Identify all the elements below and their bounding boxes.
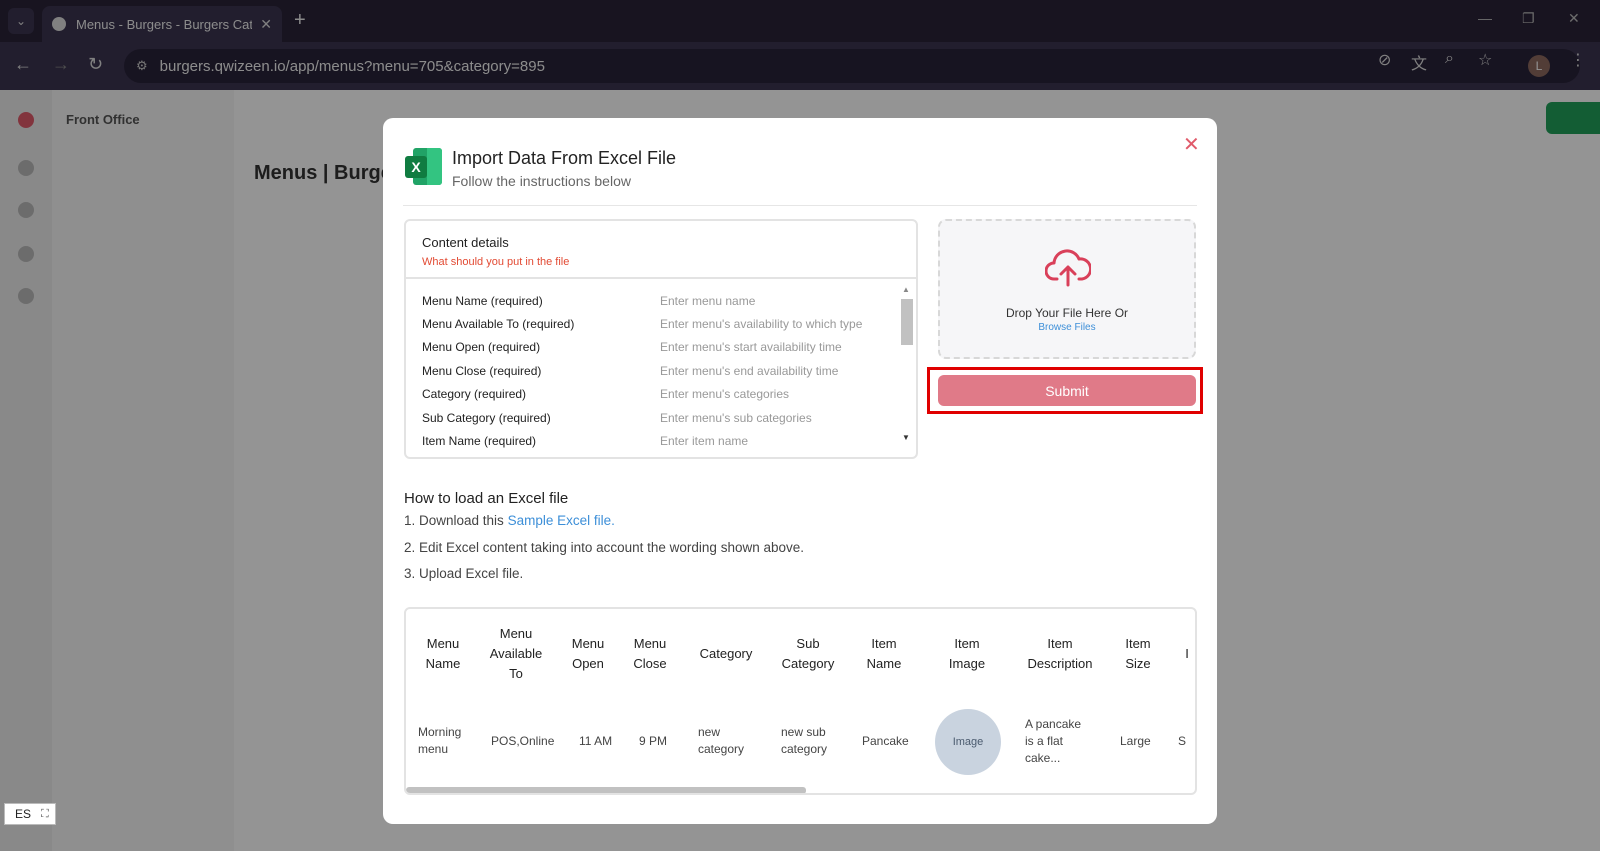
content-details-title: Content details [422, 235, 509, 250]
howto-step: 2. Edit Excel content taking into accoun… [404, 539, 804, 555]
list-item: Sub Category (required) Enter menu's sub … [422, 410, 812, 425]
browse-files-link[interactable]: Browse Files [940, 322, 1194, 333]
table-cell: S [1178, 733, 1187, 748]
drop-text: Drop Your File Here Or [1005, 306, 1129, 320]
content-details-subtitle: What should you put in the file [422, 256, 570, 268]
table-cell: new sub category [781, 725, 828, 756]
divider [403, 205, 1197, 206]
list-item: Category (required) Enter menu's categori… [422, 387, 790, 402]
column-header: Item Description [1027, 636, 1093, 671]
column-header: Item Size [1125, 636, 1151, 671]
content-details-panel: Content details What should you put in t… [404, 219, 918, 459]
close-icon[interactable]: ✕ [1183, 132, 1200, 157]
vertical-scrollbar[interactable]: ▲ ▼ [900, 285, 914, 449]
expand-icon[interactable]: ⛶ [41, 808, 49, 821]
table-cell: new category [698, 725, 745, 756]
column-header: Sub Category [781, 636, 835, 671]
scrollbar-thumb[interactable] [901, 299, 913, 345]
content-details-list: Menu Name (required) Enter menu name Menu… [422, 289, 892, 453]
modal-subtitle: Follow the instructions below [452, 173, 631, 189]
file-dropzone[interactable]: Drop Your File Here Or Browse Files [938, 219, 1196, 359]
sample-excel-link[interactable]: Sample Excel file. [508, 513, 615, 528]
column-header: Menu Name [425, 636, 461, 671]
scroll-down-icon[interactable]: ▼ [902, 433, 910, 442]
sample-preview-table: Menu Name Menu Available To Menu Open Me… [404, 607, 1197, 795]
import-excel-modal: X Import Data From Excel File Follow the… [383, 118, 1217, 824]
column-header: I [1185, 646, 1189, 661]
language-indicator[interactable]: ES ⛶ [4, 803, 56, 825]
howto-section: How to load an Excel file 1. Download th… [404, 490, 1204, 593]
list-item: Menu Available To (required) Enter menu's… [422, 317, 863, 332]
table-cell: Pancake [862, 733, 909, 748]
howto-step: 3. Upload Excel file. [404, 566, 524, 581]
excel-icon: X [405, 148, 442, 185]
scroll-up-icon[interactable]: ▲ [902, 285, 910, 294]
cloud-upload-icon [1045, 249, 1091, 287]
column-header: Category [699, 646, 753, 661]
list-item: Menu Open (required) Enter menu's start a… [422, 340, 842, 355]
column-header: Item Image [948, 636, 986, 671]
item-image-placeholder: Image [935, 709, 1001, 775]
modal-header: X Import Data From Excel File Follow the… [405, 148, 1195, 204]
submit-button[interactable]: Submit [938, 375, 1196, 406]
language-code: ES [15, 807, 32, 821]
howto-title: How to load an Excel file [404, 490, 569, 507]
column-header: Item Name [866, 636, 902, 671]
table-cell: Morning menu [418, 725, 462, 756]
column-header: Menu Available To [489, 626, 543, 681]
list-item: Menu Close (required) Enter menu's end av… [422, 363, 839, 378]
table-cell: 11 AM [579, 733, 613, 748]
table-cell: POS,Online [491, 733, 555, 748]
table-cell: 9 PM [639, 733, 668, 748]
howto-step: 1. Download this Sample Excel file. [404, 513, 615, 528]
table-cell: A pancake is a flat cake... [1025, 716, 1082, 765]
column-header: Menu Open [571, 636, 605, 671]
modal-title: Import Data From Excel File [452, 148, 677, 168]
table-cell: Large [1120, 733, 1151, 748]
content-details-header: Content details What should you put in t… [406, 221, 916, 279]
horizontal-scrollbar[interactable] [406, 787, 806, 793]
list-item: Item Name (required) Enter item name [422, 434, 749, 449]
list-item: Menu Name (required) Enter menu name [422, 293, 756, 308]
column-header: Menu Close [633, 636, 667, 671]
